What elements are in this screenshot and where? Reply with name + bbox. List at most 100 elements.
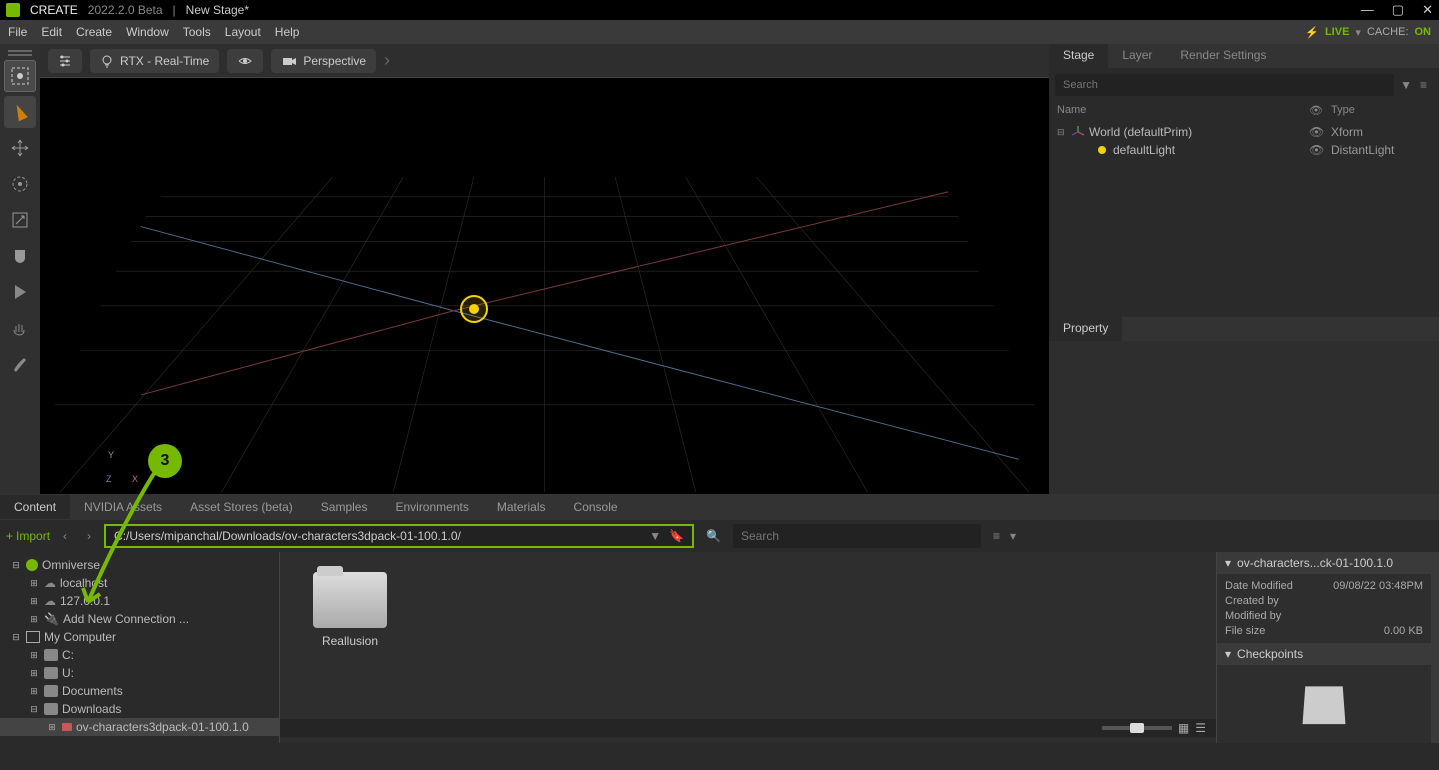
tab-stage[interactable]: Stage [1049,44,1108,68]
expand-icon[interactable]: ⊞ [28,578,40,589]
prim-name: World (defaultPrim) [1089,125,1309,139]
path-dropdown-icon[interactable]: ▼ [649,529,661,543]
menu-create[interactable]: Create [76,25,112,39]
collapse-icon[interactable]: ⊟ [28,704,40,715]
tree-label: Add New Connection ... [63,612,189,626]
tab-console[interactable]: Console [560,495,632,519]
bookmark-icon[interactable]: 🔖 [669,529,684,543]
viewport[interactable]: Y X Z [40,78,1049,494]
expand-icon[interactable]: ⊞ [28,668,40,679]
live-dropdown-icon[interactable]: ▾ [1355,26,1361,39]
tree-u-drive[interactable]: ⊞ U: [0,664,279,682]
collapse-icon[interactable]: ⊟ [10,560,22,571]
tab-materials[interactable]: Materials [483,495,560,519]
tree-row-light[interactable]: defaultLight 👁 DistantLight [1049,141,1439,159]
rotate-icon [10,174,30,194]
tab-layer[interactable]: Layer [1108,44,1166,68]
tree-row-world[interactable]: ⊟ World (defaultPrim) 👁 Xform [1049,123,1439,141]
thumbnail-size-slider[interactable] [1102,726,1172,730]
renderer-dropdown[interactable]: RTX - Real-Time [90,49,219,73]
expand-icon[interactable]: ⊞ [28,686,40,697]
detail-row: Created by [1225,595,1423,607]
menu-window[interactable]: Window [126,25,169,39]
visibility-toggle[interactable]: 👁 [1309,125,1331,139]
list-view-icon[interactable]: ☰ [1195,721,1206,735]
toolbar-grip-icon [8,50,32,56]
details-header[interactable]: ▾ ov-characters...ck-01-100.1.0 [1217,552,1431,574]
filter-icon[interactable]: ▼ [1400,78,1412,92]
tab-environments[interactable]: Environments [381,495,482,519]
tab-samples[interactable]: Samples [307,495,382,519]
tool-cursor[interactable] [4,96,36,128]
expand-icon[interactable]: ⊞ [28,614,40,625]
tool-selection-box[interactable] [4,60,36,92]
play-icon [10,282,30,302]
visibility-button[interactable] [227,49,263,73]
tree-label: Documents [62,684,123,698]
tab-nvidia-assets[interactable]: NVIDIA Assets [70,495,176,519]
tab-render-settings[interactable]: Render Settings [1166,44,1280,68]
tool-brush[interactable] [4,348,36,380]
nav-back-button[interactable]: ‹ [56,527,74,545]
tree-ov-characters[interactable]: ⊞ ov-characters3dpack-01-100.1.0 [0,718,279,736]
expand-icon[interactable]: ⊞ [46,722,58,733]
collapse-icon[interactable]: ⊟ [10,632,22,643]
scrollbar[interactable] [1431,552,1439,743]
tool-play[interactable] [4,276,36,308]
maximize-button[interactable]: ▢ [1392,2,1404,18]
tree-downloads[interactable]: ⊟ Downloads [0,700,279,718]
menu-items: File Edit Create Window Tools Layout Hel… [8,25,299,39]
collapse-icon[interactable]: ⊟ [1057,127,1071,138]
tree-documents[interactable]: ⊞ Documents [0,682,279,700]
viewport-settings-button[interactable] [48,49,82,73]
import-button[interactable]: + Import [6,529,50,543]
folder-item-reallusion[interactable]: Reallusion [300,572,400,648]
menu-tools[interactable]: Tools [183,25,211,39]
tree-omniverse[interactable]: ⊟ Omniverse [0,556,279,574]
cache-value[interactable]: ON [1415,26,1432,38]
tool-snap[interactable] [4,240,36,272]
sliders-icon [58,54,72,68]
tab-content[interactable]: Content [0,495,70,519]
app-version: 2022.2.0 Beta [88,3,163,17]
expand-icon[interactable]: ⊞ [28,650,40,661]
light-gizmo[interactable] [460,295,488,323]
tool-rotate[interactable] [4,168,36,200]
menu-edit[interactable]: Edit [41,25,62,39]
close-button[interactable]: ✕ [1422,2,1433,18]
expand-icon[interactable]: ⊞ [28,596,40,607]
content-search-input[interactable] [733,524,981,548]
path-input[interactable]: C:/Users/mipanchal/Downloads/ov-characte… [104,524,694,548]
content-grid[interactable]: Reallusion ▦ ☰ [280,552,1216,743]
camera-dropdown[interactable]: Perspective [271,49,376,73]
tool-scale[interactable] [4,204,36,236]
live-status[interactable]: LIVE [1325,26,1349,38]
grid-view-icon[interactable]: ▦ [1178,721,1189,735]
chevron-right-icon[interactable]: › [384,50,390,71]
tree-localhost[interactable]: ⊞ ☁ localhost [0,574,279,592]
menu-help[interactable]: Help [275,25,300,39]
list-options-icon[interactable]: ≡ [993,529,1000,543]
tree-127[interactable]: ⊞ ☁ 127.0.0.1 [0,592,279,610]
minimize-button[interactable]: — [1361,2,1374,18]
selection-box-icon [10,66,30,86]
search-icon[interactable]: 🔍 [700,529,727,543]
tool-move[interactable] [4,132,36,164]
filter-funnel-icon[interactable]: ▾ [1010,529,1016,543]
left-toolbar [0,44,40,494]
options-icon[interactable]: ≡ [1420,78,1427,92]
stage-search-input[interactable] [1055,74,1394,96]
menu-layout[interactable]: Layout [225,25,261,39]
tree-my-computer[interactable]: ⊟ My Computer [0,628,279,646]
folder-label: Reallusion [322,634,378,648]
menu-file[interactable]: File [8,25,27,39]
tree-c-drive[interactable]: ⊞ C: [0,646,279,664]
tool-physics[interactable] [4,312,36,344]
tree-add-connection[interactable]: ⊞ 🔌 Add New Connection ... [0,610,279,628]
visibility-toggle[interactable]: 👁 [1309,143,1331,157]
tab-asset-stores[interactable]: Asset Stores (beta) [176,495,307,519]
nav-forward-button[interactable]: › [80,527,98,545]
tab-property[interactable]: Property [1049,317,1122,341]
tree-label: 127.0.0.1 [60,594,110,608]
checkpoints-header[interactable]: ▾ Checkpoints [1217,643,1431,665]
